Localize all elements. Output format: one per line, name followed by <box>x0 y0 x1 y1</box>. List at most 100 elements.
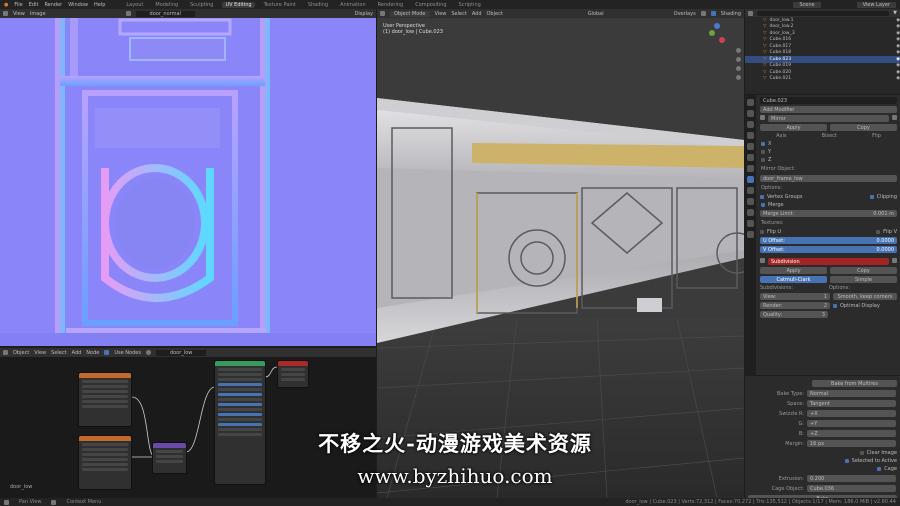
physics-tab-icon[interactable] <box>747 198 754 205</box>
modifier-wrench-icon[interactable] <box>747 176 754 183</box>
image-name-field[interactable]: door_normal <box>135 10 195 17</box>
visibility-eye-icon[interactable]: ◉ <box>896 31 900 36</box>
viewport-add-menu[interactable]: Add <box>472 11 482 17</box>
tab-uv-editing[interactable]: UV Editing <box>222 1 255 8</box>
solid-shading-icon[interactable] <box>700 11 706 16</box>
use-nodes-checkbox[interactable] <box>104 350 110 355</box>
merge-limit-field[interactable]: Merge Limit: 0.001 m <box>760 210 897 217</box>
outliner-search-field[interactable] <box>757 10 890 16</box>
zoom-icon[interactable] <box>736 48 741 53</box>
visibility-eye-icon[interactable]: ◉ <box>896 50 900 55</box>
extrusion-field[interactable]: 0.200 <box>807 475 896 482</box>
axis-x-checkbox[interactable]: X <box>761 141 896 147</box>
u-offset-field[interactable]: U Offset: 0.0000 <box>760 237 897 244</box>
tab-rendering[interactable]: Rendering <box>375 2 407 8</box>
menu-window[interactable]: Window <box>68 2 88 8</box>
axis-z-checkbox[interactable]: Z <box>761 157 896 163</box>
grid-icon[interactable] <box>736 75 741 80</box>
clear-image-checkbox[interactable]: Clear Image <box>859 450 897 456</box>
material-name-field[interactable]: door_low <box>155 349 207 356</box>
scene-tab-icon[interactable] <box>747 143 754 150</box>
camera-icon[interactable] <box>736 66 741 71</box>
visibility-eye-icon[interactable]: ◉ <box>896 70 900 75</box>
axis-y-checkbox[interactable]: Y <box>761 149 896 155</box>
tab-scripting[interactable]: Scripting <box>456 2 484 8</box>
object-name-field[interactable]: Cube.023 <box>760 97 897 104</box>
view-layer-selector[interactable]: View Layer <box>856 1 896 8</box>
mirror-copy-button[interactable]: Copy <box>830 124 897 131</box>
tab-animation[interactable]: Animation <box>337 2 369 8</box>
visibility-eye-icon[interactable]: ◉ <box>896 63 900 68</box>
smooth-mode-dropdown[interactable]: Smooth, keep corners <box>833 293 897 300</box>
orientation-selector[interactable]: Global <box>588 11 604 17</box>
collapse-arrow-icon[interactable] <box>760 115 765 120</box>
viewport-object-menu[interactable]: Object <box>487 11 503 17</box>
mirror-object-field[interactable]: door_frame_low <box>760 175 897 182</box>
vertex-groups-checkbox[interactable]: Vertex Groups <box>760 194 803 200</box>
visibility-eye-icon[interactable]: ◉ <box>896 37 900 42</box>
image-texture-node-2[interactable] <box>78 435 132 490</box>
outliner-editor-icon[interactable] <box>748 10 753 16</box>
view-layer-tab-icon[interactable] <box>747 132 754 139</box>
material-tab-icon[interactable] <box>747 231 754 238</box>
bake-field-value[interactable]: Normal <box>807 390 896 397</box>
principled-bsdf-node[interactable] <box>214 360 266 485</box>
tab-texture-paint[interactable]: Texture Paint <box>261 2 299 8</box>
flip-u-checkbox[interactable]: Flip U <box>760 229 781 235</box>
node-view-menu[interactable]: View <box>34 350 46 356</box>
shading-menu[interactable]: Shading <box>721 11 741 17</box>
simple-button[interactable]: Simple <box>830 276 897 283</box>
visibility-eye-icon[interactable]: ◉ <box>896 57 900 62</box>
bake-field-value[interactable]: +Z <box>807 430 896 437</box>
normal-map-node[interactable] <box>152 442 187 474</box>
node-type-selector[interactable]: Object <box>13 350 29 356</box>
menu-file[interactable]: File <box>14 2 22 8</box>
render-tab-icon[interactable] <box>747 110 754 117</box>
output-tab-icon[interactable] <box>747 121 754 128</box>
outliner-item[interactable]: ▽ Cube.021 ◉ <box>745 76 900 83</box>
close-icon[interactable] <box>892 115 897 120</box>
tool-tab-icon[interactable] <box>747 99 754 106</box>
particles-tab-icon[interactable] <box>747 187 754 194</box>
viewport-select-menu[interactable]: Select <box>451 11 466 17</box>
clipping-checkbox[interactable]: Clipping <box>869 194 897 200</box>
viewport-view-menu[interactable]: View <box>435 11 447 17</box>
image-texture-node[interactable] <box>78 372 132 427</box>
mode-selector[interactable]: Object Mode <box>390 10 430 17</box>
subsurf-apply-button[interactable]: Apply <box>760 267 827 274</box>
quality-field[interactable]: Quality: 3 <box>760 311 828 318</box>
uv-image-menu[interactable]: Image <box>30 11 46 17</box>
blender-logo-icon[interactable]: ● <box>4 2 8 8</box>
bake-field-value[interactable]: 16 px <box>807 440 896 447</box>
catmull-clark-button[interactable]: Catmull-Clark <box>760 276 827 283</box>
tab-sculpting[interactable]: Sculpting <box>187 2 216 8</box>
object-tab-icon[interactable] <box>747 165 754 172</box>
uv-view-menu[interactable]: View <box>13 11 25 17</box>
data-tab-icon[interactable] <box>747 220 754 227</box>
filter-icon[interactable]: ▼ <box>893 10 897 16</box>
node-add-menu[interactable]: Add <box>72 350 82 356</box>
bake-from-multires-button[interactable]: Bake from Multires <box>812 380 897 387</box>
subsurf-copy-button[interactable]: Copy <box>830 267 897 274</box>
tab-layout[interactable]: Layout <box>123 2 146 8</box>
merge-checkbox[interactable]: Merge <box>761 202 896 208</box>
view-levels-field[interactable]: View: 1 <box>760 293 830 300</box>
bake-field-value[interactable]: +Y <box>807 420 896 427</box>
render-levels-field[interactable]: Render: 2 <box>760 302 830 309</box>
optimal-display-checkbox[interactable]: Optimal Display <box>833 302 897 309</box>
cage-checkbox[interactable]: Cage <box>877 466 897 472</box>
material-shading-icon[interactable] <box>710 11 716 16</box>
tab-shading[interactable]: Shading <box>305 2 331 8</box>
bake-field-value[interactable]: +X <box>807 410 896 417</box>
selected-to-active-checkbox[interactable]: Selected to Active <box>844 458 897 464</box>
bake-field-value[interactable]: Tangent <box>807 400 896 407</box>
uv-display-menu[interactable]: Display <box>355 11 373 17</box>
visibility-eye-icon[interactable]: ◉ <box>896 18 900 23</box>
visibility-eye-icon[interactable]: ◉ <box>896 44 900 49</box>
node-editor-icon[interactable] <box>3 350 8 355</box>
pan-hand-icon[interactable] <box>736 57 741 62</box>
menu-help[interactable]: Help <box>94 2 105 8</box>
close-icon-2[interactable] <box>892 258 897 263</box>
node-select-menu[interactable]: Select <box>51 350 66 356</box>
node-node-menu[interactable]: Node <box>86 350 99 356</box>
